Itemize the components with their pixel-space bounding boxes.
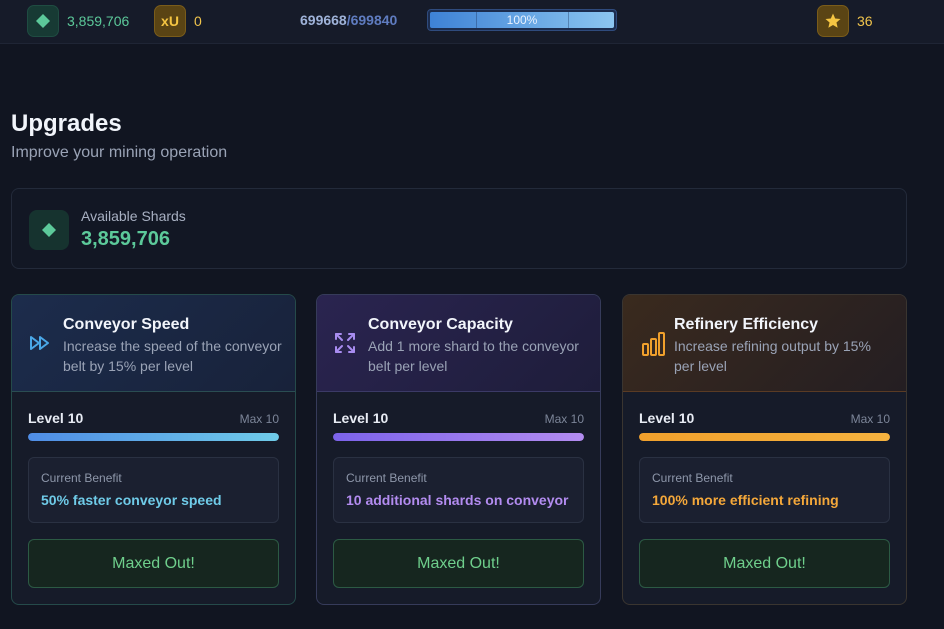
benefit-value: 50% faster conveyor speed xyxy=(41,492,222,508)
level-progress-bar xyxy=(28,433,279,441)
upgrade-card-conveyor-speed: Conveyor Speed Increase the speed of the… xyxy=(11,294,296,605)
current-benefit-box: Current Benefit 100% more efficient refi… xyxy=(639,457,890,523)
level-progress-bar xyxy=(639,433,890,441)
card-title: Refinery Efficiency xyxy=(674,316,819,333)
xp-percent-label: 100% xyxy=(506,13,538,27)
available-shards-panel: Available Shards 3,859,706 xyxy=(11,188,907,269)
star-icon xyxy=(817,5,849,37)
max-level-label: Max 10 xyxy=(544,412,584,426)
shards-count: 3,859,706 xyxy=(67,13,130,29)
card-title: Conveyor Speed xyxy=(63,316,190,333)
card-header: Refinery Efficiency Increase refining ou… xyxy=(623,295,906,392)
maxed-out-button[interactable]: Maxed Out! xyxy=(639,539,890,588)
xu-count: 0 xyxy=(194,13,202,29)
maxed-out-button[interactable]: Maxed Out! xyxy=(333,539,584,588)
shard-icon xyxy=(29,210,69,250)
benefit-label: Current Benefit xyxy=(41,471,122,485)
level-progress-bar xyxy=(333,433,584,441)
maxed-out-button[interactable]: Maxed Out! xyxy=(28,539,279,588)
upgrade-card-conveyor-capacity: Conveyor Capacity Add 1 more shard to th… xyxy=(316,294,601,605)
benefit-value: 10 additional shards on conveyor xyxy=(346,492,569,508)
bar-chart-icon xyxy=(641,331,665,356)
level-progress-fill xyxy=(639,433,890,441)
card-description: Increase refining output by 15% per leve… xyxy=(674,338,871,374)
available-shards-value: 3,859,706 xyxy=(81,228,170,250)
page-title: Upgrades xyxy=(11,110,122,137)
fast-forward-icon xyxy=(28,331,52,355)
expand-icon xyxy=(333,331,357,355)
max-level-label: Max 10 xyxy=(239,412,279,426)
level-progress-fill xyxy=(28,433,279,441)
card-header: Conveyor Speed Increase the speed of the… xyxy=(12,295,295,392)
page-subtitle: Improve your mining operation xyxy=(11,144,228,161)
card-description: Add 1 more shard to the conveyor belt pe… xyxy=(368,338,579,374)
xp-progress-bar: 100% xyxy=(427,9,617,31)
current-benefit-box: Current Benefit 10 additional shards on … xyxy=(333,457,584,523)
available-shards-label: Available Shards xyxy=(81,208,186,224)
max-level-label: Max 10 xyxy=(850,412,890,426)
level-progress-fill xyxy=(333,433,584,441)
xu-counter: xU 0 xyxy=(154,5,202,37)
level-label: Level 10 xyxy=(639,410,695,426)
stars-count: 36 xyxy=(857,13,873,29)
card-description: Increase the speed of the conveyor belt … xyxy=(63,338,282,374)
benefit-label: Current Benefit xyxy=(346,471,427,485)
xu-icon: xU xyxy=(154,5,186,37)
benefit-label: Current Benefit xyxy=(652,471,733,485)
xp-progress-fill: 100% xyxy=(430,12,614,28)
current-benefit-box: Current Benefit 50% faster conveyor spee… xyxy=(28,457,279,523)
level-label: Level 10 xyxy=(333,410,389,426)
benefit-value: 100% more efficient refining xyxy=(652,492,839,508)
xp-max: 699840 xyxy=(350,12,398,28)
card-header: Conveyor Capacity Add 1 more shard to th… xyxy=(317,295,600,392)
shards-counter: 3,859,706 xyxy=(27,5,129,37)
xp-readout: 699668/699840 xyxy=(300,12,397,28)
card-title: Conveyor Capacity xyxy=(368,316,513,333)
top-bar: 3,859,706 xU 0 699668/699840 100% 36 xyxy=(0,0,944,44)
xp-current: 699668 xyxy=(300,12,347,28)
stars-counter: 36 xyxy=(817,5,873,37)
shard-icon xyxy=(27,5,59,37)
level-label: Level 10 xyxy=(28,410,84,426)
upgrade-card-refinery-efficiency: Refinery Efficiency Increase refining ou… xyxy=(622,294,907,605)
